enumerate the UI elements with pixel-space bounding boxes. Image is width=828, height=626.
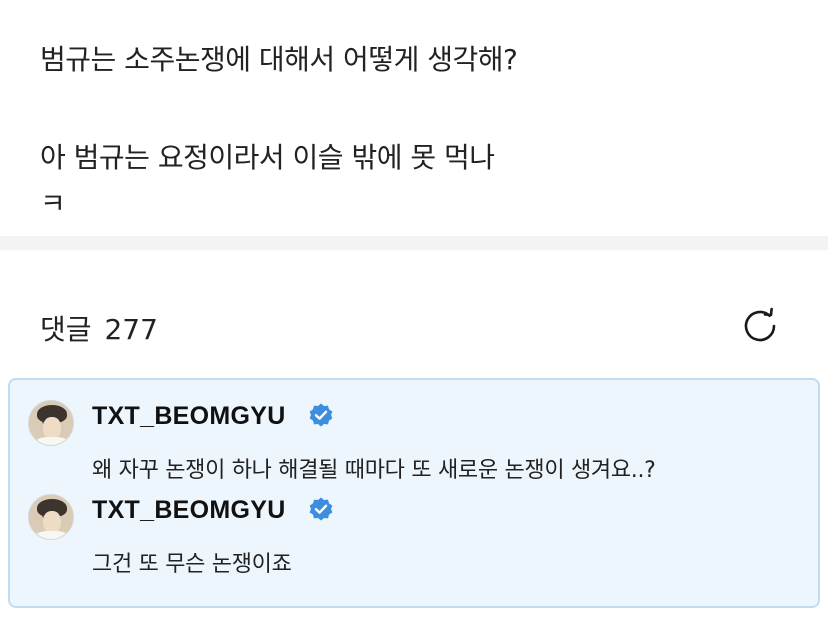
post-text-line: 아 범규는 요정이라서 이슬 밖에 못 먹나 [40, 141, 495, 174]
refresh-icon [744, 307, 776, 342]
post-text-line: 범규는 소주논쟁에 대해서 어떻게 생각해? [40, 43, 518, 76]
comment-username[interactable]: TXT_BEOMGYU [92, 496, 286, 525]
comments-count: 277 [104, 313, 158, 346]
section-divider [0, 236, 828, 250]
avatar[interactable] [28, 494, 74, 540]
artist-comment-box: TXT_BEOMGYU 왜 자꾸 논쟁이 하나 해결될 때마다 또 새로운 논쟁… [8, 378, 820, 608]
post-text-line: ㅋ [40, 187, 66, 220]
comments-label: 댓글 [40, 313, 92, 346]
verified-badge-icon [309, 403, 333, 427]
refresh-button[interactable] [738, 304, 782, 348]
post-body: 범규는 소주논쟁에 대해서 어떻게 생각해? 아 범규는 요정이라서 이슬 밖에… [0, 0, 828, 236]
verified-badge-icon [309, 497, 333, 521]
comments-title: 댓글 277 [40, 308, 158, 348]
comment-text: 왜 자꾸 논쟁이 하나 해결될 때마다 또 새로운 논쟁이 생겨요..? [92, 458, 656, 483]
comments-header: 댓글 277 [0, 250, 828, 376]
comment-username[interactable]: TXT_BEOMGYU [92, 402, 286, 431]
comment-text: 그건 또 무슨 논쟁이죠 [92, 552, 292, 577]
avatar[interactable] [28, 400, 74, 446]
